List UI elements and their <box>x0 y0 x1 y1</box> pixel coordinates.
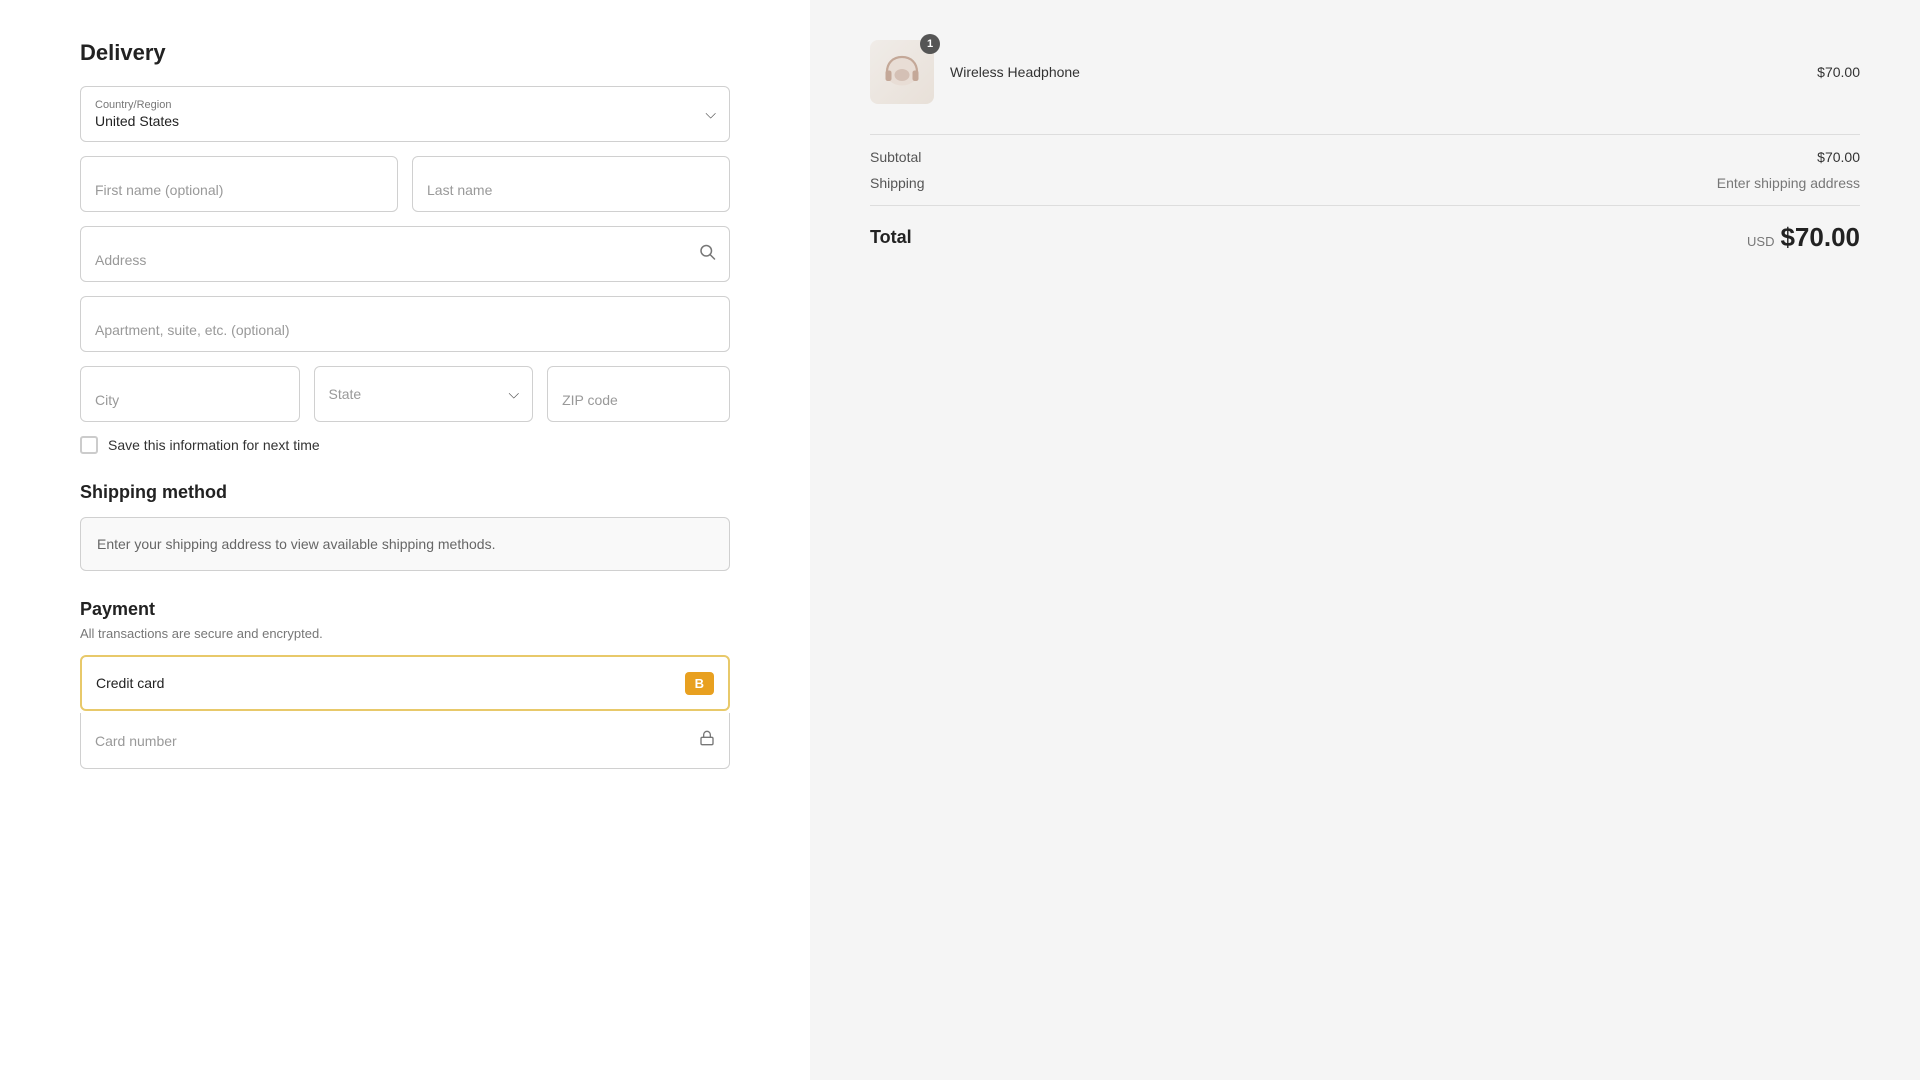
shipping-label: Shipping <box>870 175 925 191</box>
first-name-wrapper <box>80 156 398 212</box>
shipping-method-title: Shipping method <box>80 482 730 503</box>
city-state-row: State ⌵ <box>80 366 730 422</box>
subtotal-label: Subtotal <box>870 149 921 165</box>
total-value-wrapper: USD $70.00 <box>1747 222 1860 253</box>
shipping-row: Shipping Enter shipping address <box>870 175 1860 191</box>
city-input[interactable] <box>80 366 300 422</box>
product-name: Wireless Headphone <box>950 64 1801 80</box>
zip-input[interactable] <box>547 366 730 422</box>
total-row: Total USD $70.00 <box>870 222 1860 253</box>
shipping-value: Enter shipping address <box>1717 175 1860 191</box>
payment-title: Payment <box>80 599 730 620</box>
state-placeholder: State <box>329 386 362 402</box>
subtotal-row: Subtotal $70.00 <box>870 149 1860 165</box>
country-select[interactable]: Country/Region United States <box>80 86 730 142</box>
name-row <box>80 156 730 212</box>
save-info-row: Save this information for next time <box>80 436 730 454</box>
save-info-checkbox[interactable] <box>80 436 98 454</box>
divider-2 <box>870 205 1860 206</box>
shipping-notice: Enter your shipping address to view avai… <box>80 517 730 571</box>
state-field[interactable]: State ⌵ <box>314 366 534 422</box>
state-chevron-icon: ⌵ <box>508 386 519 403</box>
address-wrapper <box>80 226 730 282</box>
country-label: Country/Region <box>95 99 689 111</box>
right-panel: 1 Wireless Headphone $70.00 Subtotal $70… <box>810 0 1920 1080</box>
address-input[interactable] <box>80 226 730 282</box>
city-field <box>80 366 300 422</box>
last-name-input[interactable] <box>412 156 730 212</box>
product-row: 1 Wireless Headphone $70.00 <box>870 40 1860 104</box>
save-info-label: Save this information for next time <box>108 437 320 453</box>
card-number-row: Card number <box>80 713 730 769</box>
zip-field <box>547 366 730 422</box>
country-value: United States <box>95 113 689 129</box>
left-panel: Delivery Country/Region United States ⌵ <box>0 0 810 1080</box>
state-select[interactable]: State <box>314 366 534 422</box>
lock-icon <box>699 729 715 752</box>
apartment-input[interactable] <box>80 296 730 352</box>
country-select-wrapper[interactable]: Country/Region United States ⌵ <box>80 86 730 142</box>
braintree-badge: B <box>685 672 714 695</box>
total-amount: $70.00 <box>1780 222 1860 253</box>
credit-card-label: Credit card <box>96 675 164 691</box>
card-number-placeholder: Card number <box>95 733 177 749</box>
first-name-input[interactable] <box>80 156 398 212</box>
product-badge: 1 <box>920 34 940 54</box>
search-icon <box>698 243 716 266</box>
total-currency: USD <box>1747 234 1774 249</box>
last-name-wrapper <box>412 156 730 212</box>
subtotal-value: $70.00 <box>1817 149 1860 165</box>
apartment-wrapper <box>80 296 730 352</box>
delivery-title: Delivery <box>80 40 730 66</box>
chevron-down-icon: ⌵ <box>705 106 716 123</box>
credit-card-option[interactable]: Credit card B <box>80 655 730 711</box>
total-label: Total <box>870 227 912 248</box>
product-price: $70.00 <box>1817 64 1860 80</box>
payment-subtitle: All transactions are secure and encrypte… <box>80 626 730 641</box>
product-image-wrapper: 1 <box>870 40 934 104</box>
divider-1 <box>870 134 1860 135</box>
